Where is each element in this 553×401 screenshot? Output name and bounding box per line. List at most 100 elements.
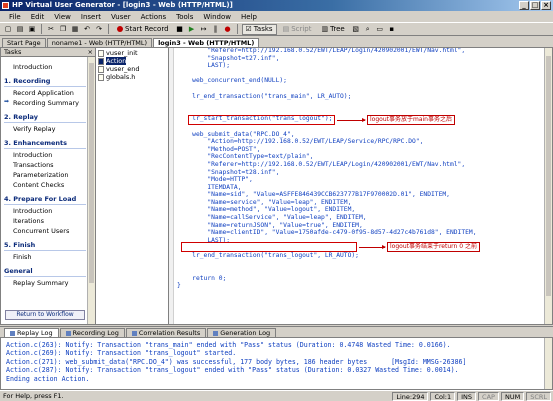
- file-icon: [98, 65, 104, 73]
- editor-scrollbar[interactable]: [544, 48, 552, 324]
- menu-window[interactable]: Window: [198, 13, 236, 21]
- output-scrollbar[interactable]: [544, 338, 552, 389]
- tab-correlation-results[interactable]: Correlation Results: [125, 328, 207, 337]
- output-panel[interactable]: Action.c(263): Notify: Transaction "tran…: [0, 337, 553, 390]
- file-vuser-end[interactable]: vuser_end: [98, 65, 166, 73]
- comment-icon[interactable]: ▭: [375, 24, 385, 34]
- file-action[interactable]: Action: [98, 57, 166, 65]
- undo-icon[interactable]: ↶: [82, 24, 92, 34]
- task-introduction[interactable]: Introduction: [4, 63, 86, 71]
- section-general: General: [4, 267, 86, 277]
- tab-start-page[interactable]: Start Page: [2, 38, 46, 47]
- close-icon[interactable]: ×: [88, 48, 93, 57]
- maximize-button[interactable]: □: [530, 1, 540, 10]
- menu-view[interactable]: View: [49, 13, 76, 21]
- redo-icon[interactable]: ↷: [94, 24, 104, 34]
- document-tabs: Start Page noname1 - Web (HTTP/HTML) log…: [0, 37, 553, 47]
- file-globals[interactable]: globals.h: [98, 73, 166, 81]
- status-bar: For Help, press F1. Line:294 Col:1 INS C…: [0, 390, 553, 401]
- code-line: "Name=clientID", "Value=1750afde-c479-0f…: [207, 229, 477, 237]
- code-line: "Referer=http://192.168.0.52/EWT/LEAP/Lo…: [207, 160, 466, 168]
- properties-icon[interactable]: ▧: [351, 24, 361, 34]
- log-line: Ending action Action.: [6, 374, 90, 383]
- options-icon[interactable]: ▪: [387, 24, 397, 34]
- file-label: vuser_end: [106, 65, 140, 73]
- code-line: ITEMDATA,: [207, 183, 242, 191]
- annotation-start: logout事务放于main事务之后: [367, 115, 455, 125]
- paste-icon[interactable]: ▦: [70, 24, 80, 34]
- status-caps: CAP: [478, 391, 499, 401]
- code-line: return 0;: [192, 274, 227, 282]
- tab-replay-log[interactable]: Replay Log: [4, 328, 59, 337]
- script-icon: ▤: [282, 25, 290, 33]
- script-view-button[interactable]: ▤ Script: [279, 24, 316, 35]
- menu-tools[interactable]: Tools: [171, 13, 198, 21]
- log-icon: [131, 330, 137, 336]
- code-line: "Name=sid", "Value=ASFFE846439CCB623777B…: [207, 191, 450, 199]
- close-button[interactable]: ×: [541, 1, 551, 10]
- breakpoint-icon[interactable]: ●: [223, 24, 233, 34]
- file-icon: [98, 57, 104, 65]
- return-to-workflow-button[interactable]: Return to Workflow: [5, 310, 85, 320]
- task-parameterization[interactable]: Parameterization: [4, 171, 86, 179]
- task-verify-replay[interactable]: Verify Replay: [4, 125, 86, 133]
- stop-icon[interactable]: ■: [175, 24, 185, 34]
- tab-generation-log[interactable]: Generation Log: [207, 328, 277, 337]
- task-enh-introduction[interactable]: Introduction: [4, 151, 86, 159]
- tab-login3[interactable]: login3 - Web (HTTP/HTML): [153, 38, 260, 47]
- file-label: vuser_init: [106, 49, 138, 57]
- script-editor[interactable]: "Referer=http://192.168.0.52/EWT/LEAP/Lo…: [169, 47, 553, 325]
- task-content-checks[interactable]: Content Checks: [4, 181, 86, 189]
- menu-bar: File Edit View Insert Vuser Actions Tool…: [0, 11, 553, 22]
- output-log: Action.c(263): Notify: Transaction "tran…: [1, 338, 552, 383]
- copy-icon[interactable]: ❐: [58, 24, 68, 34]
- tree-view-button[interactable]: ▥ Tree: [318, 24, 349, 35]
- window-title: HP Virtual User Generator - [login3 - We…: [12, 1, 233, 9]
- pause-icon[interactable]: ‖: [211, 24, 221, 34]
- file-vuser-init[interactable]: vuser_init: [98, 49, 166, 57]
- task-record-application[interactable]: Record Application: [4, 89, 86, 97]
- save-icon[interactable]: ▣: [27, 24, 37, 34]
- open-folder-icon[interactable]: ▤: [15, 24, 25, 34]
- new-file-icon[interactable]: ▢: [3, 24, 13, 34]
- scroll-thumb[interactable]: [546, 56, 551, 296]
- code-line: web_concurrent_end(NULL);: [192, 77, 287, 85]
- code-text[interactable]: "Referer=http://192.168.0.52/EWT/LEAP/Lo…: [177, 48, 477, 290]
- code-line: "Method=POST",: [207, 145, 261, 153]
- menu-help[interactable]: Help: [236, 13, 262, 21]
- task-replay-summary[interactable]: Replay Summary: [4, 279, 86, 287]
- menu-file[interactable]: File: [4, 13, 26, 21]
- code-line: LAST);: [207, 62, 231, 70]
- task-concurrent-users[interactable]: Concurrent Users: [4, 227, 86, 235]
- start-record-button[interactable]: Start Record: [113, 24, 173, 35]
- tasks-scrollbar[interactable]: [87, 57, 95, 324]
- log-icon: [65, 330, 71, 336]
- section-enhancements: 3. Enhancements: [4, 139, 86, 149]
- tasks-toggle-button[interactable]: ☑ Tasks: [241, 23, 277, 35]
- step-icon[interactable]: ↦: [199, 24, 209, 34]
- tree-view-label: Tree: [330, 25, 345, 33]
- cut-icon[interactable]: ✂: [46, 24, 56, 34]
- find-icon[interactable]: ⌕: [363, 24, 373, 34]
- minimize-button[interactable]: _: [519, 1, 529, 10]
- menu-actions[interactable]: Actions: [136, 13, 172, 21]
- code-line: "Name=service", "Value=leap", ENDITEM,: [207, 198, 352, 206]
- task-finish[interactable]: Finish: [4, 253, 86, 261]
- task-iterations[interactable]: Iterations: [4, 217, 86, 225]
- scroll-thumb[interactable]: [89, 63, 94, 283]
- file-label: globals.h: [106, 73, 136, 81]
- code-line: }: [177, 282, 181, 290]
- file-icon: [98, 73, 104, 81]
- tab-recording-log[interactable]: Recording Log: [59, 328, 125, 337]
- task-recording-summary[interactable]: Recording Summary: [4, 98, 86, 107]
- menu-edit[interactable]: Edit: [26, 13, 50, 21]
- task-load-introduction[interactable]: Introduction: [4, 207, 86, 215]
- run-icon[interactable]: ▶: [187, 24, 197, 34]
- annotation-arrow: [337, 118, 366, 122]
- menu-vuser[interactable]: Vuser: [106, 13, 136, 21]
- menu-insert[interactable]: Insert: [76, 13, 106, 21]
- task-transactions[interactable]: Transactions: [4, 161, 86, 169]
- log-line: Action.c(269): Notify: Transaction "tran…: [6, 349, 237, 358]
- tab-noname1[interactable]: noname1 - Web (HTTP/HTML): [46, 38, 153, 47]
- log-line: Action.c(271): web_submit_data("RPC.DO_4…: [6, 357, 467, 366]
